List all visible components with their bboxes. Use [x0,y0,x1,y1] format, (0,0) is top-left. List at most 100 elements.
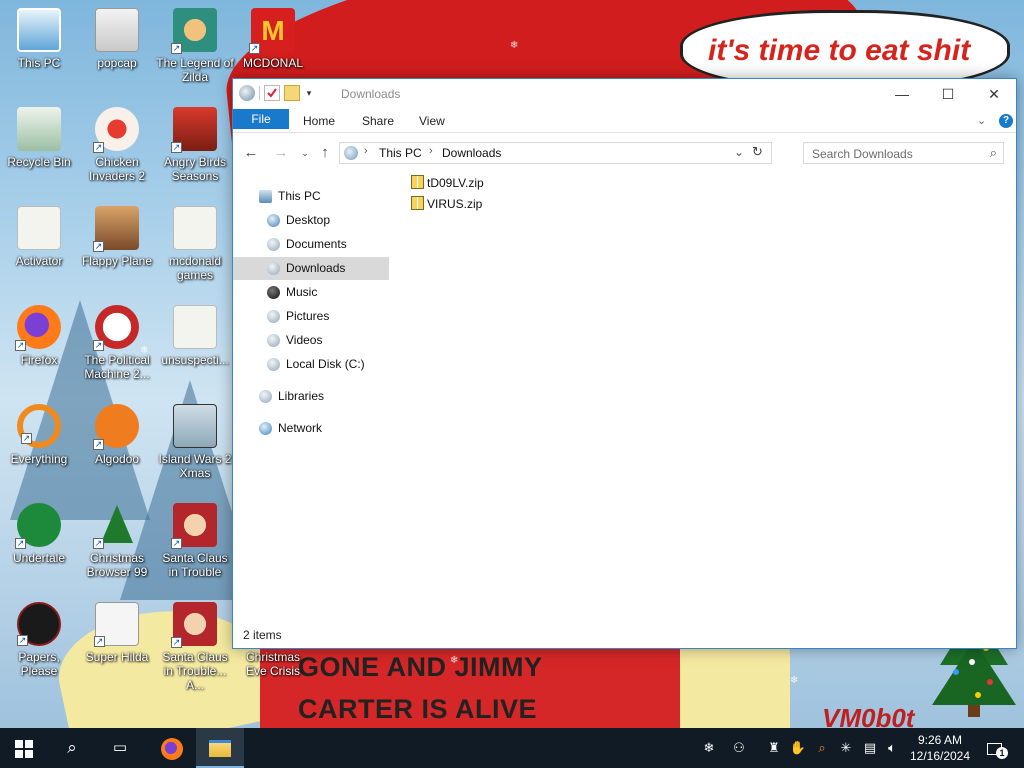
svg-text:M: M [261,15,284,46]
desktop-icon-everything[interactable]: ↗ Everything [0,404,78,466]
tray-app-icon[interactable]: ✳ [836,728,856,768]
breadcrumb-downloads[interactable]: Downloads [442,146,501,160]
desktop-icon-angry-birds-seasons[interactable]: ↗ Angry Birds Seasons [156,107,234,183]
everything-tray-icon[interactable]: ⌕ [812,728,832,768]
nav-item-videos[interactable]: Videos [233,329,391,352]
nav-item-music[interactable]: Music [233,281,391,304]
desktop-icon-political-machine[interactable]: ↗ The Political Machine 2... [78,305,156,381]
desktop-icon-legend-of-zilda[interactable]: ↗ The Legend of Zilda [156,8,234,84]
desktop-icon-santa-claus-in-trouble[interactable]: ↗ Santa Claus in Trouble [156,503,234,579]
desktop-icon-super-hilda[interactable]: ↗ Super Hilda [78,602,156,664]
nav-item-desktop[interactable]: Desktop [233,209,391,232]
tab-home[interactable]: Home [291,109,347,133]
folder-icon [173,305,217,349]
forward-arrow-icon[interactable]: → [271,143,291,163]
file-explorer-window: ▾ Downloads — ☐ ✕ File Home Share View ⌄… [232,78,1017,649]
start-button[interactable] [0,728,48,768]
address-dropdown-chevron-icon[interactable]: ⌄ [734,145,744,159]
desktop-icon-papers-please[interactable]: ↗ Papers, Please [0,602,78,678]
nav-item-this-pc[interactable]: This PC [233,185,391,208]
desktop-icon-santa-claus-in-trouble-2[interactable]: ↗ Santa Claus in Trouble... A... [156,602,234,692]
desktop-icon-popcap[interactable]: popcap [78,8,156,70]
explorer-app-icon [239,85,255,101]
tab-share[interactable]: Share [350,109,406,133]
search-box[interactable]: Search Downloads ⌕ [803,142,1004,164]
videos-folder-icon [267,334,280,347]
desktop-folder-icon [267,214,280,227]
file-item[interactable]: VIRUS.zip [411,194,482,214]
firefox-taskbar-icon[interactable] [148,728,196,768]
nav-item-label: Pictures [286,309,330,323]
desktop-icon-mcdonalds[interactable]: M ↗ MCDONAL [234,8,312,70]
system-clock[interactable]: 9:26 AM 12/16/2024 [905,732,975,764]
desktop-icon-flappy-plane[interactable]: ↗ Flappy Plane [78,206,156,268]
desktop-icon-algodoo[interactable]: ↗ Algodoo [78,404,156,466]
breadcrumb-separator-icon[interactable]: › [429,145,433,157]
maximize-button[interactable]: ☐ [925,79,971,109]
desktop-icon-island-wars-2-xmas[interactable]: Island Wars 2 Xmas [156,404,234,480]
address-bar[interactable]: › This PC › Downloads ⌄ ↻ [339,142,772,164]
tray-app-icon[interactable]: ♜ [764,728,784,768]
search-icon[interactable]: ⌕ [48,728,96,768]
desktop-icon-unsuspecti[interactable]: unsuspecti... [156,305,234,367]
snowflake-tray-icon[interactable]: ❄ [698,728,720,768]
expand-ribbon-chevron-icon[interactable]: ⌄ [977,114,986,127]
desktop-icon-activator[interactable]: Activator [0,206,78,268]
up-arrow-icon[interactable]: ↑ [315,143,335,163]
nav-item-network[interactable]: Network [233,417,391,440]
desktop-icon-label: This PC [17,56,61,70]
minimize-button[interactable]: — [879,79,925,109]
desktop-icon-label: Christmas Eve Crisis [245,650,300,678]
desktop-icon-label: Papers, Please [18,650,60,678]
desktop-icon-label: Firefox [20,353,58,367]
recycle-bin-icon [17,107,61,151]
nav-item-downloads[interactable]: Downloads [233,257,389,280]
island-wars-icon [173,404,217,448]
snowflake-icon: ❄ [510,40,519,51]
customize-toolbar-chevron-icon[interactable]: ▾ [304,85,314,101]
notification-count-badge: 1 [996,747,1008,759]
desktop-icon-label: Recycle Bin [7,155,71,169]
nav-item-label: Videos [286,333,323,347]
file-explorer-taskbar-icon[interactable] [196,728,244,768]
action-center-icon[interactable]: 1 [982,728,1008,768]
desktop-icon-recycle-bin[interactable]: Recycle Bin [0,107,78,169]
new-folder-icon[interactable] [284,85,300,101]
desktop-icon-label: Everything [10,452,68,466]
breadcrumb-this-pc[interactable]: This PC [379,146,422,160]
desktop-icon-this-pc[interactable]: This PC [0,8,78,70]
search-icon[interactable]: ⌕ [990,145,997,161]
nav-item-documents[interactable]: Documents [233,233,391,256]
close-button[interactable]: ✕ [971,79,1017,109]
people-icon[interactable]: ⚇ [728,728,750,768]
tray-app-icon[interactable]: ✋ [788,728,808,768]
file-item[interactable]: tD09LV.zip [411,173,484,193]
desktop-icon-undertale[interactable]: ↗ Undertale [0,503,78,565]
tab-view[interactable]: View [407,109,457,133]
desktop-icon-label: Angry Birds Seasons [163,155,227,183]
desktop-icon-chicken-invaders-2[interactable]: ↗ Chicken Invaders 2 [78,107,156,183]
desktop-icon-christmas-browser-99[interactable]: ↗ Christmas Browser 99 [78,503,156,579]
zip-file-icon [411,175,424,189]
legend-of-zilda-icon: ↗ [171,8,217,54]
recent-locations-chevron-icon[interactable]: ⌄ [295,143,315,163]
nav-item-pictures[interactable]: Pictures [233,305,391,328]
tab-file[interactable]: File [233,109,289,129]
network-tray-icon[interactable]: ▤ [860,728,880,768]
breadcrumb-separator-icon[interactable]: › [364,145,368,157]
title-bar[interactable]: ▾ Downloads — ☐ ✕ [233,79,1016,109]
nav-item-local-disk[interactable]: Local Disk (C:) [233,353,391,376]
everything-search-icon: ↗ [17,404,61,448]
political-machine-icon: ↗ [93,305,139,351]
nav-item-libraries[interactable]: Libraries [233,385,391,408]
volume-muted-icon[interactable]: 🔈︎ [882,728,902,768]
desktop-icon-mcdonald-games[interactable]: mcdonald games [156,206,234,282]
properties-icon[interactable] [264,85,280,101]
desktop-icon-firefox[interactable]: ↗ Firefox [0,305,78,367]
desktop-icon-label: Christmas Browser 99 [86,551,148,579]
wallpaper-signature: VM0b0t [822,703,915,728]
refresh-icon[interactable]: ↻ [752,144,763,160]
back-arrow-icon[interactable]: ← [241,143,261,163]
task-view-icon[interactable]: ▭ [96,728,144,768]
help-icon[interactable]: ? [999,114,1013,128]
